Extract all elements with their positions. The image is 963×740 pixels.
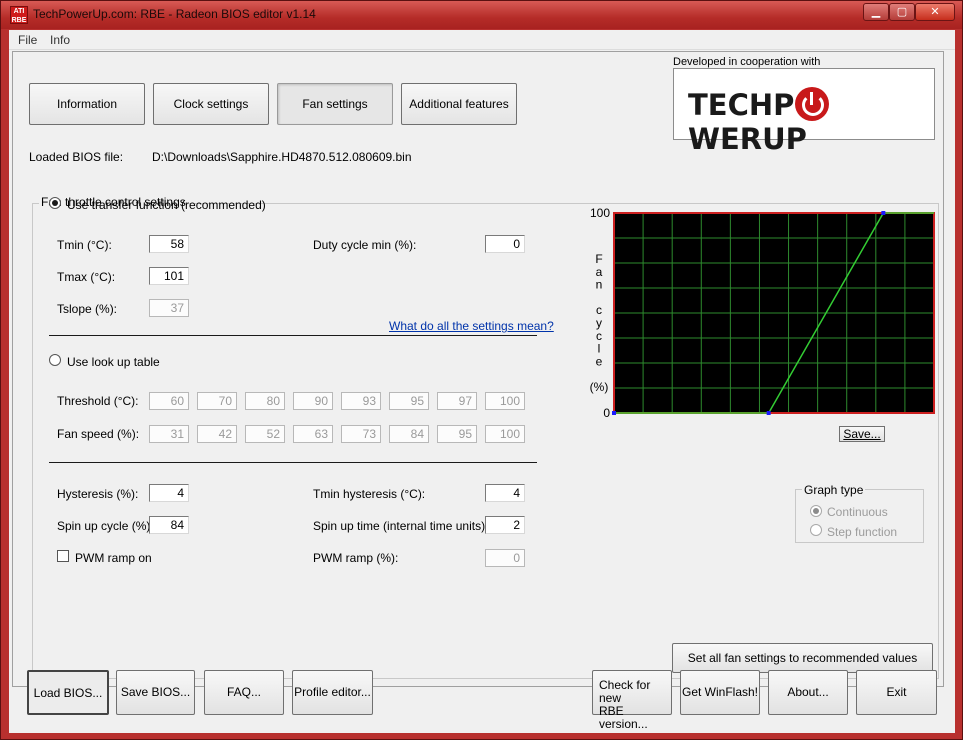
- fan-speed-label: Fan speed (%):: [57, 427, 140, 441]
- load-bios-button[interactable]: Load BIOS...: [27, 670, 109, 715]
- fan-curve-chart: 10000120Threshold (°C)Fancycle(%): [590, 206, 935, 422]
- y-axis-label-letter: e: [596, 354, 603, 368]
- spin-up-cycle-label: Spin up cycle (%):: [57, 519, 154, 533]
- logo-wordmark: TECHPWERUP: [688, 87, 934, 156]
- step-function-radio[interactable]: [810, 524, 822, 536]
- y-tick-label-top: 100: [590, 206, 610, 220]
- x-tick-label-left: 0: [611, 421, 618, 422]
- threshold-input-4[interactable]: 90: [293, 392, 333, 410]
- tmin-input[interactable]: 58: [149, 235, 189, 253]
- exit-button[interactable]: Exit: [856, 670, 937, 715]
- tmax-label: Tmax (°C):: [57, 270, 116, 284]
- tmin-hysteresis-input[interactable]: 4: [485, 484, 525, 502]
- spin-up-time-input[interactable]: 2: [485, 516, 525, 534]
- developed-caption: Developed in cooperation with: [673, 56, 821, 68]
- continuous-radio[interactable]: [810, 505, 822, 517]
- pwm-ramp-input[interactable]: 0: [485, 549, 525, 567]
- divider-1: [49, 335, 537, 336]
- check-rbe-version-button[interactable]: Check for new RBE version...: [592, 670, 672, 731]
- check-rbe-line-2: RBE version...: [599, 704, 648, 731]
- minimize-button[interactable]: ▁: [863, 3, 889, 21]
- fan-speed-input-7[interactable]: 95: [437, 425, 477, 443]
- tab-fan-settings[interactable]: Fan settings: [277, 83, 393, 125]
- fan-speed-input-5[interactable]: 73: [341, 425, 381, 443]
- fan-speed-input-2[interactable]: 42: [197, 425, 237, 443]
- check-rbe-line-1: Check for new: [599, 678, 651, 705]
- tslope-label: Tslope (%):: [57, 302, 118, 316]
- logo-right-text: WERUP: [688, 122, 807, 156]
- fan-curve-point: [612, 411, 616, 415]
- save-graph-button[interactable]: Save...: [839, 426, 885, 442]
- hysteresis-label: Hysteresis (%):: [57, 487, 139, 501]
- tmin-label: Tmin (°C):: [57, 238, 112, 252]
- techpowerup-logo[interactable]: TECHPWERUP: [673, 68, 935, 156]
- step-function-label: Step function: [827, 525, 898, 539]
- fan-speed-input-6[interactable]: 84: [389, 425, 429, 443]
- transfer-function-label: Use transfer function (recommended): [67, 198, 266, 212]
- about-button[interactable]: About...: [768, 670, 848, 715]
- spin-up-cycle-input[interactable]: 84: [149, 516, 189, 534]
- app-window: ATI RBE TechPowerUp.com: RBE - Radeon BI…: [0, 0, 963, 740]
- menu-file[interactable]: File: [18, 33, 37, 47]
- fan-speed-input-1[interactable]: 31: [149, 425, 189, 443]
- threshold-input-6[interactable]: 95: [389, 392, 429, 410]
- save-bios-button[interactable]: Save BIOS...: [116, 670, 195, 715]
- threshold-input-5[interactable]: 93: [341, 392, 381, 410]
- fan-curve-point: [881, 211, 886, 215]
- tab-additional-features[interactable]: Additional features: [401, 83, 517, 125]
- threshold-label: Threshold (°C):: [57, 394, 139, 408]
- duty-cycle-min-label: Duty cycle min (%):: [313, 238, 417, 252]
- get-winflash-button[interactable]: Get WinFlash!: [680, 670, 760, 715]
- maximize-button[interactable]: ▢: [889, 3, 915, 21]
- y-axis-label-letter: n: [596, 278, 603, 292]
- tab-information[interactable]: Information: [29, 83, 145, 125]
- threshold-input-7[interactable]: 97: [437, 392, 477, 410]
- power-icon: [795, 87, 830, 121]
- menu-info[interactable]: Info: [50, 33, 70, 47]
- x-tick-label-right: 120: [912, 421, 932, 422]
- spin-up-time-label: Spin up time (internal time units):: [313, 519, 489, 533]
- tslope-input[interactable]: 37: [149, 299, 189, 317]
- fan-curve-point: [766, 411, 771, 415]
- bios-file-path: D:\Downloads\Sapphire.HD4870.512.080609.…: [152, 150, 412, 164]
- fan-speed-input-3[interactable]: 52: [245, 425, 285, 443]
- ati-rbe-app-icon: ATI RBE: [10, 6, 28, 24]
- title-bar[interactable]: ATI RBE TechPowerUp.com: RBE - Radeon BI…: [1, 1, 962, 29]
- graph-type-title: Graph type: [802, 483, 866, 497]
- continuous-label: Continuous: [827, 505, 888, 519]
- tmin-hysteresis-label: Tmin hysteresis (°C):: [313, 487, 426, 501]
- set-recommended-button[interactable]: Set all fan settings to recommended valu…: [672, 643, 933, 673]
- tmax-input[interactable]: 101: [149, 267, 189, 285]
- faq-button[interactable]: FAQ...: [204, 670, 284, 715]
- transfer-function-radio[interactable]: [49, 197, 61, 209]
- pwm-ramp-on-label: PWM ramp on: [75, 551, 152, 565]
- profile-editor-button[interactable]: Profile editor...: [292, 670, 373, 715]
- lookup-table-radio[interactable]: [49, 354, 61, 366]
- fan-speed-input-8[interactable]: 100: [485, 425, 525, 443]
- client-area: File Info Information Clock settings Fan…: [9, 30, 955, 733]
- lookup-table-label: Use look up table: [67, 355, 160, 369]
- main-panel: Information Clock settings Fan settings …: [12, 51, 944, 687]
- fan-speed-input-4[interactable]: 63: [293, 425, 333, 443]
- threshold-input-2[interactable]: 70: [197, 392, 237, 410]
- threshold-input-8[interactable]: 100: [485, 392, 525, 410]
- threshold-input-1[interactable]: 60: [149, 392, 189, 410]
- window-title: TechPowerUp.com: RBE - Radeon BIOS edito…: [33, 7, 316, 21]
- threshold-input-3[interactable]: 80: [245, 392, 285, 410]
- tab-clock-settings[interactable]: Clock settings: [153, 83, 269, 125]
- pwm-ramp-on-checkbox[interactable]: [57, 550, 69, 562]
- menu-bar: File Info: [9, 30, 955, 50]
- logo-left-text: TECHP: [688, 88, 795, 122]
- divider-2: [49, 462, 537, 463]
- y-tick-label-bottom: 0: [603, 406, 610, 420]
- y-axis-label-letter: (%): [590, 380, 609, 394]
- bios-file-label: Loaded BIOS file:: [29, 150, 124, 164]
- settings-help-link[interactable]: What do all the settings mean?: [389, 319, 554, 333]
- pwm-ramp-label: PWM ramp (%):: [313, 551, 399, 565]
- duty-cycle-min-input[interactable]: 0: [485, 235, 525, 253]
- close-button[interactable]: ✕: [915, 3, 955, 21]
- hysteresis-input[interactable]: 4: [149, 484, 189, 502]
